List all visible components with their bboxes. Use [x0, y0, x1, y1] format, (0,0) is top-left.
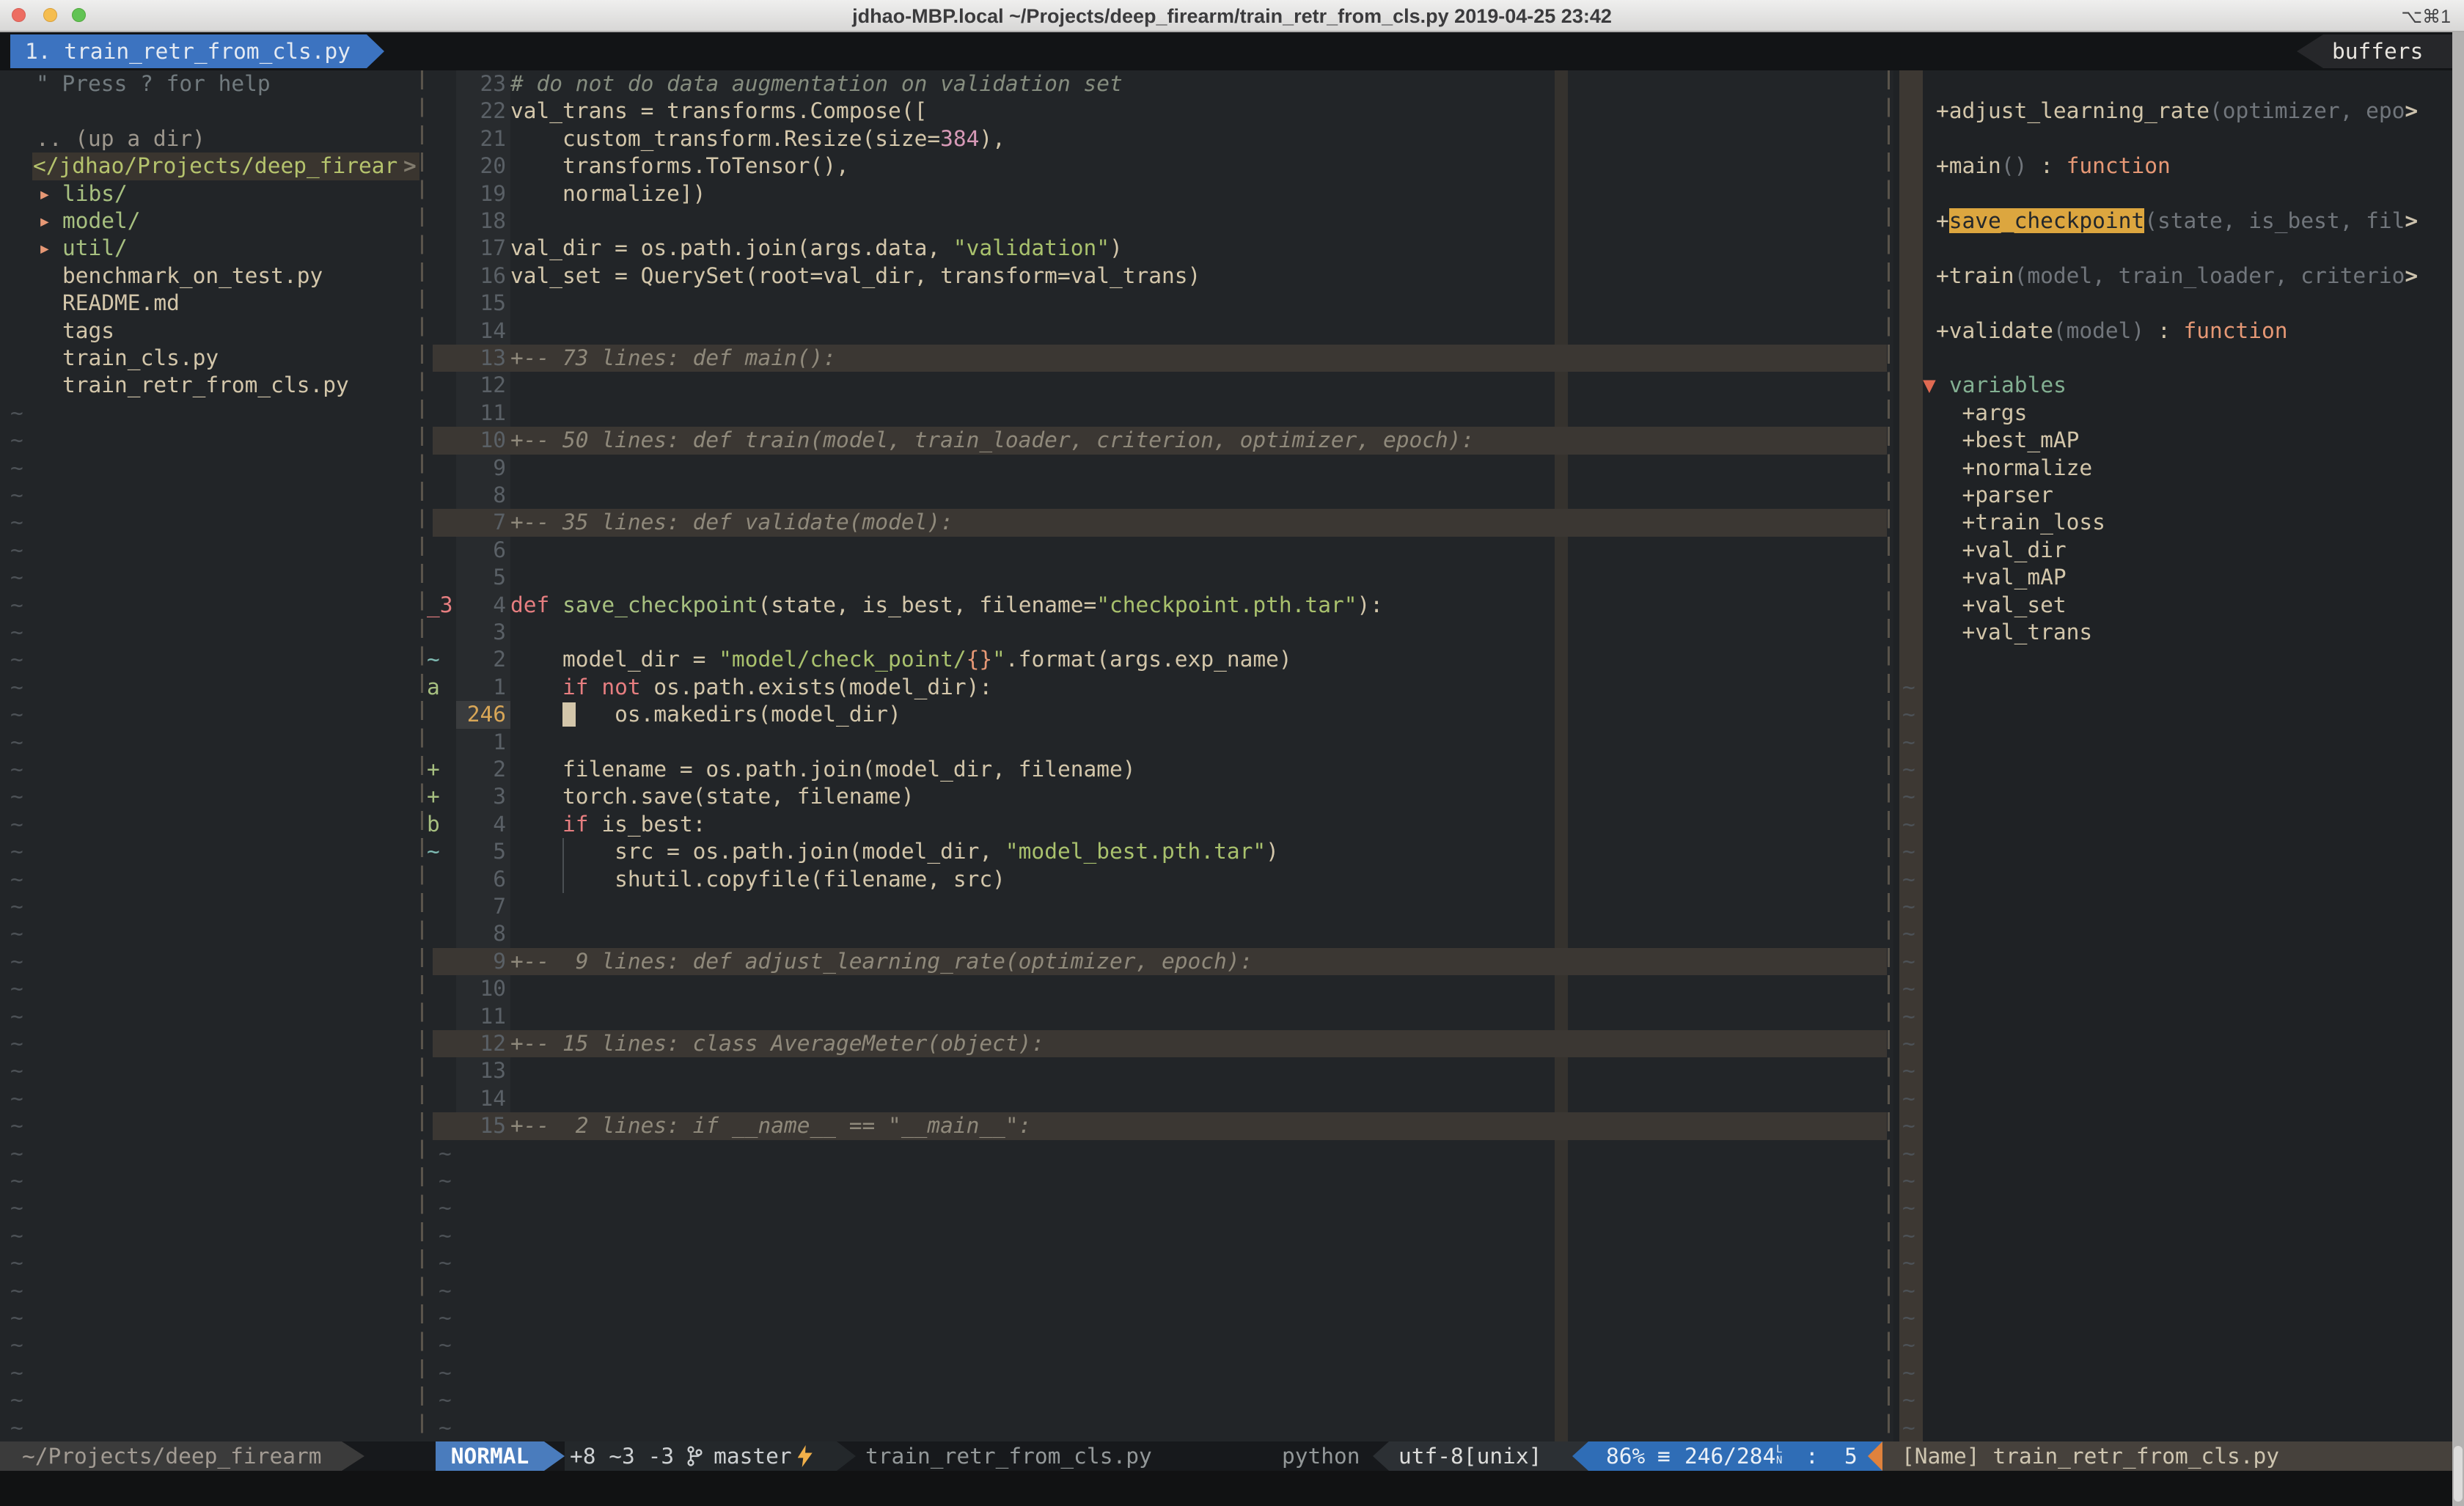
empty-line[interactable]: ~	[0, 1331, 2464, 1359]
vim-tabline: 1. train_retr_from_cls.py buffers	[0, 32, 2464, 70]
empty-line[interactable]: ~	[0, 975, 2464, 1002]
statusline-git-segment: +8 ~3 -3 master	[565, 1441, 856, 1471]
code-line[interactable]: 17val_dir = os.path.join(args.data, "val…	[0, 235, 2464, 262]
empty-line[interactable]: ~	[0, 674, 2464, 701]
empty-line[interactable]: ~	[0, 1277, 2464, 1304]
statusline-filetype: python	[1282, 1441, 1360, 1471]
empty-line[interactable]: ~	[0, 811, 2464, 838]
code-line[interactable]: 23# do not do data augmentation on valid…	[0, 70, 2464, 98]
tagbar-tag[interactable]: +adjust_learning_rate(optimizer, epo>	[0, 98, 2464, 125]
lines-icon: ≡	[1657, 1441, 1671, 1471]
tagbar-tag[interactable]: +validate(model) : function	[0, 317, 2464, 345]
empty-line[interactable]: ~	[0, 783, 2464, 810]
statusline-cwd-segment: ~/Projects/deep_firearm	[0, 1441, 364, 1471]
terminal-window: jdhao-MBP.local ~/Projects/deep_firearm/…	[0, 0, 2464, 1506]
scroll-percent: 86%	[1606, 1441, 1645, 1471]
empty-line[interactable]: ~	[0, 1085, 2464, 1112]
tagbar-tag[interactable]: +val_mAP	[0, 564, 2464, 591]
tab-train-retr-from-cls[interactable]: 1. train_retr_from_cls.py	[10, 34, 395, 68]
statusline-encoding-segment: utf-8[unix]	[1373, 1441, 1588, 1471]
empty-line[interactable]: ~	[0, 1222, 2464, 1249]
empty-line[interactable]: ~	[0, 756, 2464, 783]
empty-line[interactable]: ~	[0, 1030, 2464, 1057]
empty-line[interactable]: ~	[0, 1386, 2464, 1414]
window-title: jdhao-MBP.local ~/Projects/deep_firearm/…	[0, 5, 2464, 28]
statusline: ~/Projects/deep_firearm NORMAL +8 ~3 -3 …	[0, 1441, 2464, 1471]
tagbar-tag[interactable]: +train(model, train_loader, criterio>	[0, 262, 2464, 290]
statusline-position-segment: 86% ≡ 246/284 LN : 5	[1572, 1441, 1882, 1471]
empty-line[interactable]: ~	[0, 1414, 2464, 1441]
tagbar-tag[interactable]: +best_mAP	[0, 427, 2464, 454]
code-line[interactable]: 21 custom_transform.Resize(size=384),	[0, 125, 2464, 153]
code-line[interactable]: 2~ model_dir = "model/check_point/{}".fo…	[0, 646, 2464, 673]
git-hunks: +8 ~3 -3	[570, 1441, 674, 1471]
statusline-tagbar-segment: [Name] train_retr_from_cls.py	[1882, 1441, 2452, 1471]
empty-line[interactable]: ~	[0, 1249, 2464, 1277]
empty-line[interactable]: ~	[0, 1359, 2464, 1386]
empty-line[interactable]: ~	[0, 1167, 2464, 1194]
empty-line[interactable]: ~	[0, 838, 2464, 865]
position-colon: :	[1805, 1441, 1819, 1471]
scrollbar-thumb[interactable]	[2454, 1446, 2463, 1502]
statusline-filename: train_retr_from_cls.py	[865, 1441, 1152, 1471]
empty-line[interactable]: ~	[0, 729, 2464, 756]
empty-line[interactable]: ~	[0, 1003, 2464, 1030]
linenumber-symbol: LN	[1776, 1444, 1791, 1466]
empty-line[interactable]: ~	[0, 948, 2464, 975]
window-titlebar[interactable]: jdhao-MBP.local ~/Projects/deep_firearm/…	[0, 0, 2464, 32]
tagbar-tag[interactable]: +parser	[0, 482, 2464, 509]
empty-line[interactable]: ~	[0, 893, 2464, 920]
code-line[interactable]: 19 normalize])	[0, 180, 2464, 207]
empty-line[interactable]: ~	[0, 1057, 2464, 1084]
empty-line[interactable]: ~	[0, 866, 2464, 893]
empty-line[interactable]: ~	[0, 1112, 2464, 1139]
empty-line[interactable]: ~	[0, 1140, 2464, 1167]
lightning-icon	[798, 1445, 813, 1467]
tagbar-tag[interactable]: +val_trans	[0, 619, 2464, 646]
vim-cmdline	[0, 1471, 2464, 1506]
git-branch-name: master	[714, 1441, 792, 1471]
code-line[interactable]: 13+-- 73 lines: def main():	[0, 345, 2464, 372]
tagbar-tag[interactable]: +normalize	[0, 455, 2464, 482]
code-line[interactable]: 15	[0, 290, 2464, 317]
tagbar-kind-variables[interactable]: ▼variables	[0, 372, 2464, 399]
statusline-mode-segment: NORMAL	[436, 1441, 565, 1471]
tagbar-tag[interactable]: +main() : function	[0, 153, 2464, 180]
empty-line[interactable]: ~	[0, 920, 2464, 947]
tagbar-tag[interactable]: +args	[0, 400, 2464, 427]
buffers-label-segment: buffers	[2297, 34, 2464, 68]
tagbar-tag[interactable]: +val_dir	[0, 537, 2464, 564]
scrollbar-track[interactable]	[2452, 32, 2464, 1506]
tab-shortcut-hint: ⌥⌘1	[2401, 6, 2451, 28]
empty-line[interactable]: ~	[0, 1304, 2464, 1331]
tagbar-tag[interactable]: +save_checkpoint(state, is_best, fil>	[0, 207, 2464, 235]
git-branch-icon	[686, 1444, 703, 1468]
line-position: 246/284	[1684, 1441, 1775, 1471]
empty-line[interactable]: ~	[0, 701, 2464, 728]
editor-content: " Press ? for help.. (up a dir)</jdhao/P…	[0, 70, 2464, 1441]
tagbar-tag[interactable]: +train_loss	[0, 509, 2464, 536]
column-position: 5	[1844, 1441, 1858, 1471]
empty-line[interactable]: ~	[0, 1194, 2464, 1222]
tagbar-tag[interactable]: +val_set	[0, 592, 2464, 619]
